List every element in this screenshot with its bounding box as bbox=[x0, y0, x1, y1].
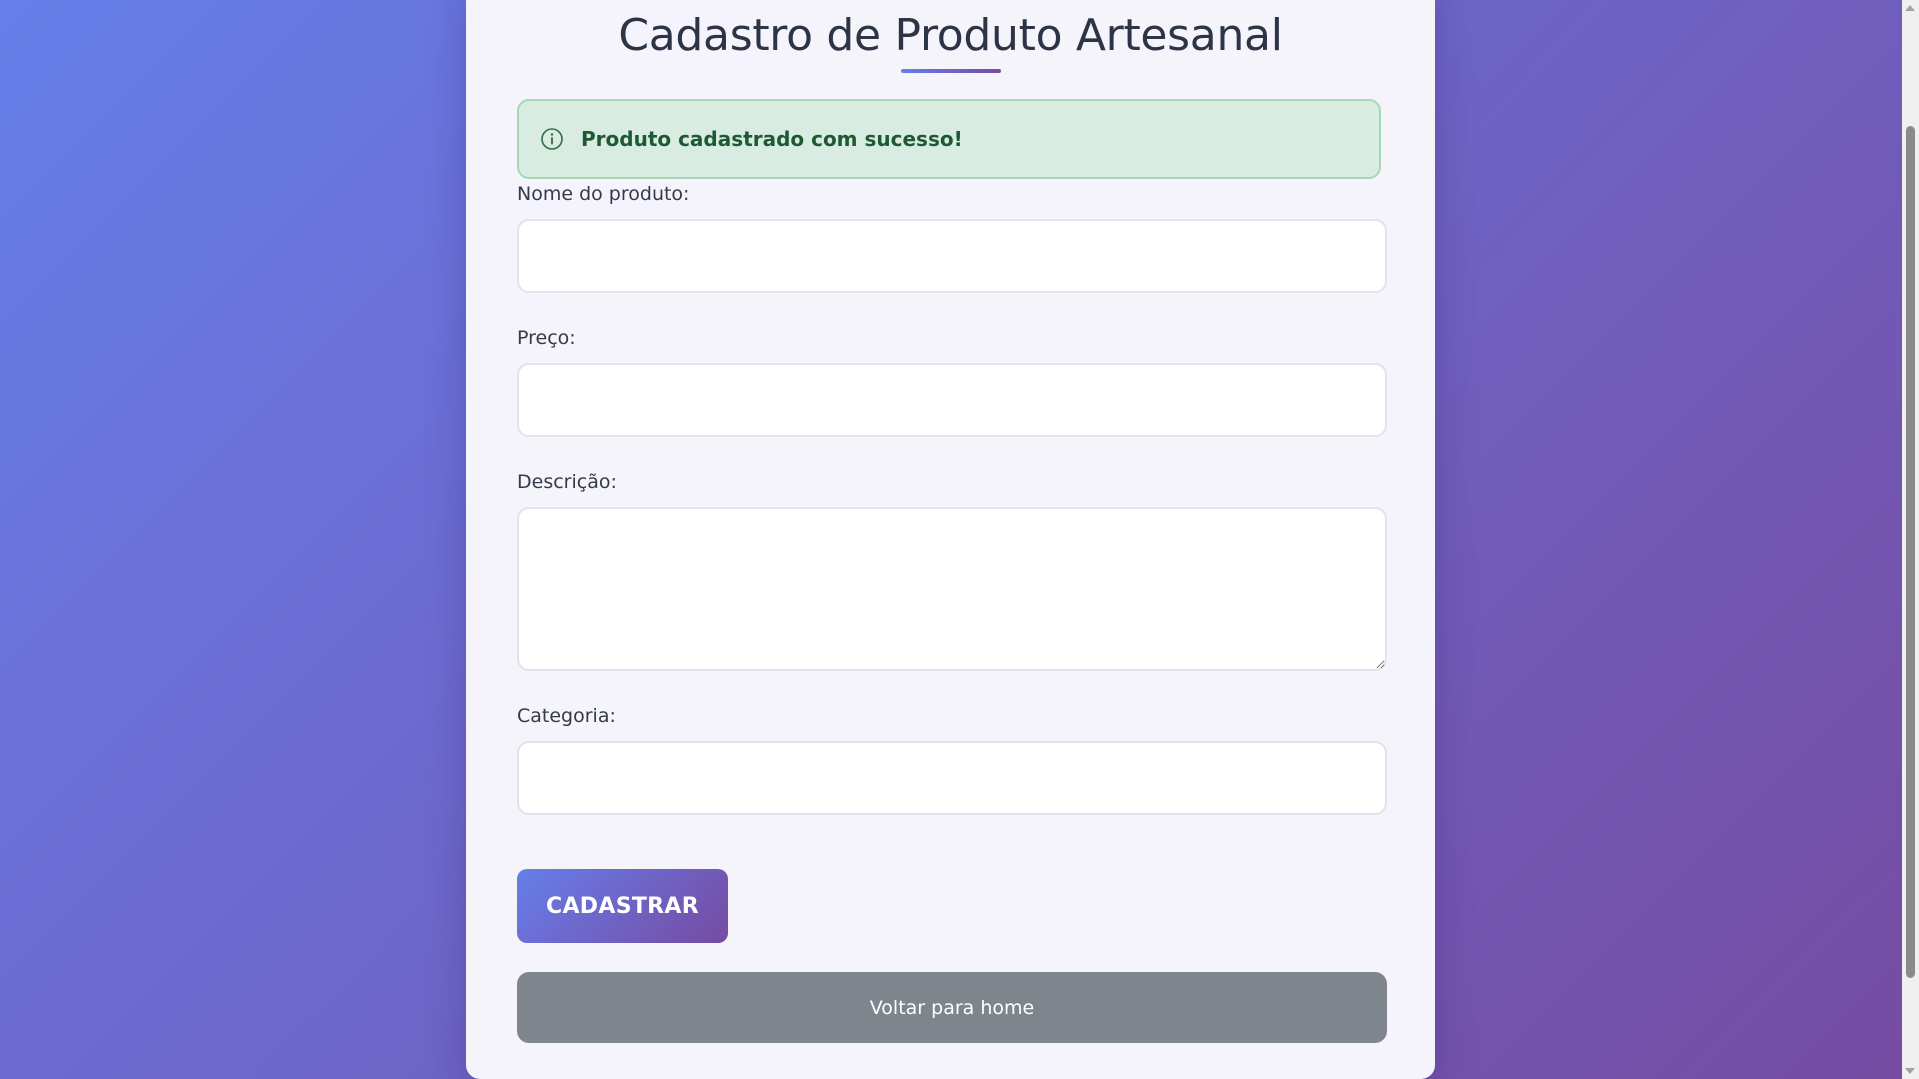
scrollbar-thumb[interactable] bbox=[1906, 126, 1915, 978]
price-input[interactable] bbox=[517, 363, 1387, 437]
description-label: Descrição: bbox=[517, 471, 617, 493]
scroll-down-arrow-icon[interactable] bbox=[1905, 1068, 1915, 1074]
price-label: Preço: bbox=[517, 327, 576, 349]
alert-message: Produto cadastrado com sucesso! bbox=[581, 127, 963, 151]
vertical-scrollbar[interactable] bbox=[1902, 0, 1919, 1079]
product-name-label: Nome do produto: bbox=[517, 183, 690, 205]
success-alert: Produto cadastrado com sucesso! bbox=[517, 99, 1381, 179]
title-underline bbox=[901, 69, 1001, 73]
category-label: Categoria: bbox=[517, 705, 616, 727]
info-circle-icon bbox=[539, 126, 565, 152]
product-name-input[interactable] bbox=[517, 219, 1387, 293]
back-home-button[interactable]: Voltar para home bbox=[517, 972, 1387, 1043]
scroll-up-arrow-icon[interactable] bbox=[1905, 5, 1915, 11]
page-title: Cadastro de Produto Artesanal bbox=[618, 10, 1283, 61]
submit-button[interactable]: CADASTRAR bbox=[517, 869, 728, 943]
description-textarea[interactable] bbox=[517, 507, 1387, 671]
category-input[interactable] bbox=[517, 741, 1387, 815]
form-card: Cadastro de Produto Artesanal Produto ca… bbox=[466, 0, 1435, 1079]
